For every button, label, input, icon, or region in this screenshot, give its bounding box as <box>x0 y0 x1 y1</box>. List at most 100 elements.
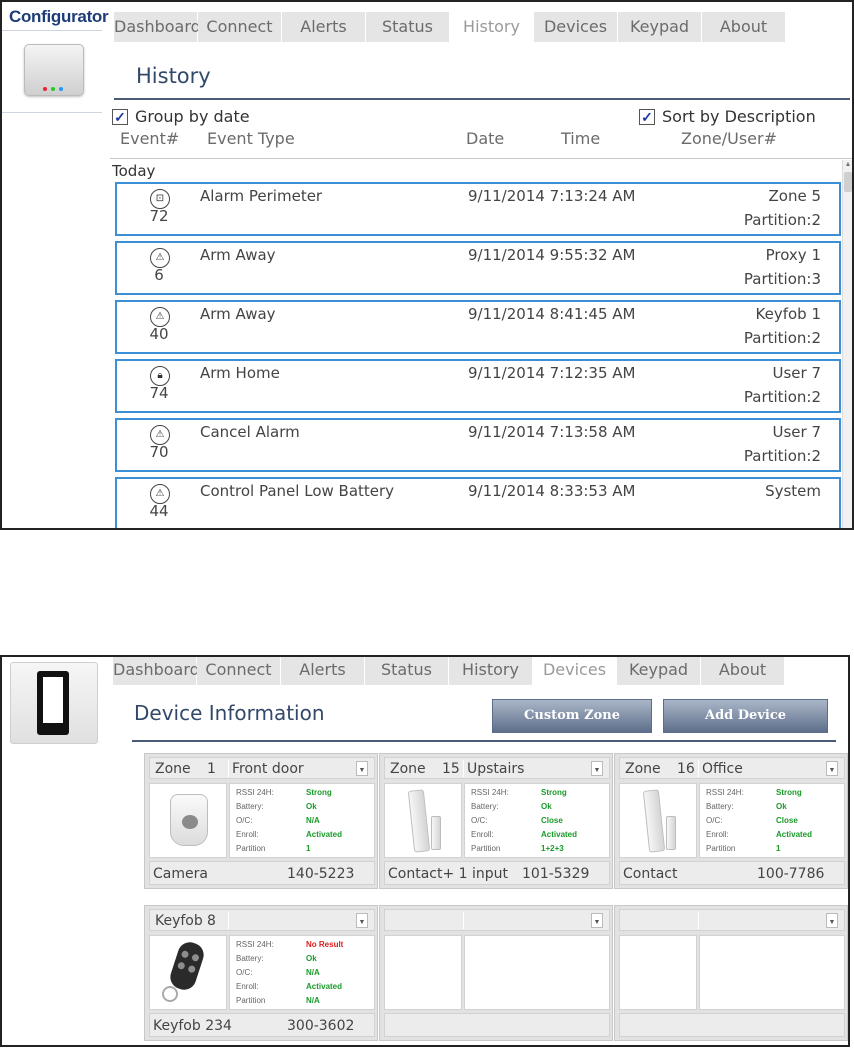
zone-number: 1 <box>207 761 216 777</box>
camera-lens <box>182 815 198 829</box>
tab-keypad[interactable]: Keypad <box>617 657 700 685</box>
device-card[interactable]: Zone 15 Upstairs ▼ RSSI 24H: Strong Batt… <box>379 753 613 889</box>
device-status-panel: RSSI 24H: Strong Battery: Ok O/C: Close … <box>464 783 610 858</box>
card-footer <box>619 1013 845 1037</box>
dropdown-arrow-icon[interactable]: ▼ <box>591 913 603 928</box>
dropdown-arrow-icon[interactable]: ▼ <box>826 913 838 928</box>
device-status-panel: RSSI 24H: Strong Battery: Ok O/C: Close … <box>699 783 845 858</box>
card-header: ▼ <box>619 909 845 931</box>
event-number: 70 <box>149 443 169 461</box>
divider <box>698 760 699 777</box>
oc-key: O/C: <box>236 816 253 825</box>
card-footer: Camera 140-5223 <box>149 861 375 885</box>
device-image <box>619 935 697 1010</box>
card-header: Keyfob 8 ▼ <box>149 909 375 931</box>
tab-alerts[interactable]: Alerts <box>281 657 364 685</box>
event-list-scrollbar[interactable]: ▲ <box>842 160 852 528</box>
card-header: Zone 1 Front door ▼ <box>149 757 375 779</box>
tab-status[interactable]: Status <box>366 12 449 42</box>
zone-label: Keyfob <box>155 913 203 929</box>
column-header-zone-user[interactable]: Zone/User# <box>681 129 777 148</box>
event-partition: Partition:2 <box>743 211 821 229</box>
tab-history[interactable]: History <box>450 12 533 42</box>
dropdown-arrow-icon[interactable]: ▼ <box>356 761 368 776</box>
event-type: Arm Away <box>200 246 276 264</box>
tab-about[interactable]: About <box>702 12 785 42</box>
contact-magnet-icon <box>666 816 676 850</box>
column-header-time[interactable]: Time <box>561 129 600 148</box>
partition-key: Partition <box>236 996 266 1005</box>
partition-value: 1+2+3 <box>541 844 564 853</box>
column-header-event-num[interactable]: Event# <box>120 129 179 148</box>
tab-status[interactable]: Status <box>365 657 448 685</box>
empty-device-slot[interactable]: ▼ <box>614 905 848 1041</box>
dropdown-arrow-icon[interactable]: ▼ <box>591 761 603 776</box>
contact-sensor-icon <box>642 789 666 853</box>
device-code: 101-5329 <box>522 866 590 882</box>
history-window: Configurator Dashboard Connect Alerts St… <box>0 0 854 530</box>
warning-icon: ⚠ <box>150 484 170 504</box>
tab-dashboard[interactable]: Dashboard <box>113 657 200 685</box>
group-by-date-checkbox[interactable]: ✓ <box>112 109 128 125</box>
empty-device-slot[interactable]: ▼ <box>379 905 613 1041</box>
event-row[interactable]: ⚠ 6 Arm Away 9/11/2014 9:55:32 AM Proxy … <box>115 241 841 295</box>
scroll-up-arrow-icon[interactable]: ▲ <box>843 160 852 170</box>
enroll-value: Activated <box>306 982 343 991</box>
keyfob-button <box>176 961 186 971</box>
enroll-value: Activated <box>776 830 813 839</box>
battery-key: Battery: <box>706 802 734 811</box>
column-header-date[interactable]: Date <box>466 129 504 148</box>
battery-value: Ok <box>306 802 317 811</box>
tab-devices[interactable]: Devices <box>533 657 616 685</box>
event-type: Cancel Alarm <box>200 423 300 441</box>
tab-bar: Dashboard Connect Alerts Status History … <box>114 12 786 42</box>
event-datetime: 9/11/2014 7:13:58 AM <box>468 423 636 441</box>
tab-dashboard[interactable]: Dashboard <box>114 12 201 42</box>
rssi-key: RSSI 24H: <box>706 788 744 797</box>
oc-key: O/C: <box>471 816 488 825</box>
device-card[interactable]: Zone 1 Front door ▼ RSSI 24H: Strong Bat… <box>144 753 378 889</box>
zone-label: Zone <box>625 761 661 777</box>
custom-zone-button[interactable]: Custom Zone <box>492 699 652 733</box>
sort-by-description-checkbox[interactable]: ✓ <box>639 109 655 125</box>
scroll-thumb[interactable] <box>844 172 852 192</box>
tab-keypad[interactable]: Keypad <box>618 12 701 42</box>
dropdown-arrow-icon[interactable]: ▼ <box>826 761 838 776</box>
event-row[interactable]: ⚠ 44 Control Panel Low Battery 9/11/2014… <box>115 477 841 528</box>
device-image <box>384 783 462 858</box>
tab-history[interactable]: History <box>449 657 532 685</box>
tab-alerts[interactable]: Alerts <box>282 12 365 42</box>
zone-number: 8 <box>207 913 216 929</box>
partition-key: Partition <box>236 844 266 853</box>
event-row[interactable]: ⚠ 70 Cancel Alarm 9/11/2014 7:13:58 AM U… <box>115 418 841 472</box>
warning-icon: ⚠ <box>150 425 170 445</box>
event-row[interactable]: 🔒︎ 74 Arm Home 9/11/2014 7:12:35 AM User… <box>115 359 841 413</box>
add-device-button[interactable]: Add Device <box>663 699 828 733</box>
event-type: Alarm Perimeter <box>200 187 323 205</box>
event-type: Arm Away <box>200 305 276 323</box>
card-footer <box>384 1013 610 1037</box>
tab-connect[interactable]: Connect <box>198 12 281 42</box>
divider <box>698 912 699 929</box>
event-type: Arm Home <box>200 364 280 382</box>
device-code: 100-7786 <box>757 866 825 882</box>
battery-value: Ok <box>776 802 787 811</box>
device-card[interactable]: Zone 16 Office ▼ RSSI 24H: Strong Batter… <box>614 753 848 889</box>
card-footer: Contact 100-7786 <box>619 861 845 885</box>
battery-value: Ok <box>541 802 552 811</box>
tab-devices[interactable]: Devices <box>534 12 617 42</box>
dropdown-arrow-icon[interactable]: ▼ <box>356 913 368 928</box>
event-zone: System <box>765 482 821 500</box>
event-datetime: 9/11/2014 7:12:35 AM <box>468 364 636 382</box>
tab-connect[interactable]: Connect <box>197 657 280 685</box>
device-card[interactable]: Keyfob 8 ▼ RSSI 24H: No Result Battery: … <box>144 905 378 1041</box>
event-datetime: 9/11/2014 7:13:24 AM <box>468 187 636 205</box>
event-row[interactable]: ⚠ 40 Arm Away 9/11/2014 8:41:45 AM Keyfo… <box>115 300 841 354</box>
devices-window: Dashboard Connect Alerts Status History … <box>0 655 850 1047</box>
column-header-event-type[interactable]: Event Type <box>207 129 295 148</box>
device-code: 300-3602 <box>287 1018 355 1034</box>
enroll-key: Enroll: <box>236 830 259 839</box>
event-row[interactable]: ⊡ 72 Alarm Perimeter 9/11/2014 7:13:24 A… <box>115 182 841 236</box>
tab-about[interactable]: About <box>701 657 784 685</box>
event-datetime: 9/11/2014 8:41:45 AM <box>468 305 636 323</box>
